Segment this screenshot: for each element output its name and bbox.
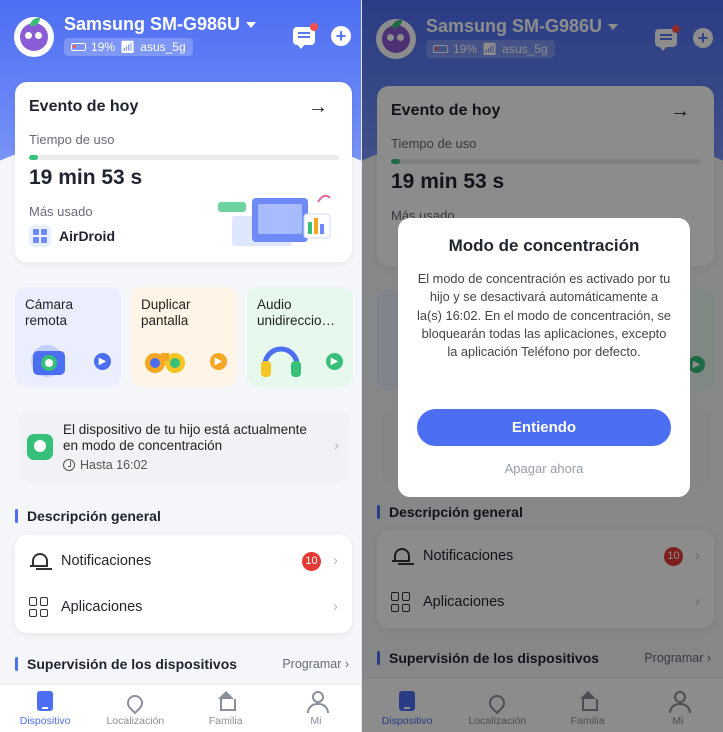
top-bar: Samsung SM-G986U 19% 📶︎ asus_5g + xyxy=(14,14,351,60)
apps-row[interactable]: Aplicaciones xyxy=(29,584,338,630)
overview-card: Notificaciones 10 › Aplicaciones › xyxy=(15,535,352,633)
bell-icon xyxy=(29,551,49,571)
focus-mode-icon xyxy=(27,434,53,460)
camera-icon xyxy=(31,345,65,377)
notifications-label: Notificaciones xyxy=(61,553,152,569)
tab-label: Mi xyxy=(310,715,322,727)
one-way-audio-tile[interactable]: Audio unidireccio… ▶ xyxy=(247,287,353,387)
tile-label: Duplicar pantalla xyxy=(141,297,191,328)
wifi-icon: 📶︎ xyxy=(120,40,136,54)
child-avatar[interactable] xyxy=(14,17,54,57)
clock-icon xyxy=(63,459,75,471)
chevron-right-icon: › xyxy=(334,437,339,454)
chevron-right-icon: › xyxy=(333,552,338,569)
unread-dot xyxy=(310,23,318,31)
home-icon xyxy=(216,691,236,711)
remote-camera-tile[interactable]: Cámara remota ▶ xyxy=(15,287,121,387)
chevron-right-icon: ▶ xyxy=(94,353,111,370)
overview-title: Descripción general xyxy=(15,508,161,524)
apps-grid-icon xyxy=(29,597,49,617)
schedule-link[interactable]: Programar › xyxy=(282,657,349,671)
phone-icon xyxy=(37,691,54,711)
tab-me[interactable]: Mi xyxy=(271,685,361,732)
tile-label: Audio unidireccio… xyxy=(257,297,336,328)
message-icon[interactable] xyxy=(293,23,318,49)
usage-progress-fill xyxy=(29,155,39,160)
caret-down-icon xyxy=(246,22,257,29)
headphones-icon xyxy=(261,346,301,377)
schedule-label: Programar xyxy=(282,657,342,671)
apps-label: Aplicaciones xyxy=(61,599,143,615)
usage-label: Tiempo de uso xyxy=(29,132,115,147)
dialog-title: Modo de concentración xyxy=(448,236,640,255)
tab-label: Familia xyxy=(208,715,243,727)
tile-label: Cámara remota xyxy=(25,297,74,328)
supervision-title: Supervisión de los dispositivos xyxy=(15,656,237,672)
device-name: Samsung SM-G986U xyxy=(64,14,241,34)
most-used-label: Más usado xyxy=(29,204,93,219)
usage-progress xyxy=(29,155,339,160)
screen-mirror-tile[interactable]: Duplicar pantalla ▶ xyxy=(131,287,237,387)
focus-banner-text: El dispositivo de tu hijo está actualmen… xyxy=(63,422,307,453)
arrow-right-icon[interactable]: → xyxy=(308,96,328,119)
chevron-right-icon: › xyxy=(333,598,338,615)
add-icon[interactable]: + xyxy=(331,26,351,46)
battery-level: 19% xyxy=(91,40,116,54)
top-actions: + xyxy=(293,23,351,49)
device-selector[interactable]: Samsung SM-G986U xyxy=(64,14,257,35)
chevron-right-icon: ▶ xyxy=(326,353,343,370)
airdroid-app-icon xyxy=(29,225,51,247)
screens-illustration xyxy=(218,194,331,246)
dialog-body: El modo de concentración es activado por… xyxy=(417,271,671,360)
notifications-badge: 10 xyxy=(302,552,321,571)
turn-off-now-button[interactable]: Apagar ahora xyxy=(398,461,690,476)
today-event-card[interactable]: Evento de hoy → Tiempo de uso 19 min 53 … xyxy=(15,82,352,262)
tab-label: Dispositivo xyxy=(19,715,71,727)
bottom-tab-bar: Dispositivo Localización Familia Mi xyxy=(0,684,361,732)
focus-until: Hasta 16:02 xyxy=(63,458,147,472)
notifications-row[interactable]: Notificaciones xyxy=(29,538,338,584)
usage-time: 19 min 53 s xyxy=(29,166,143,189)
most-used-app: AirDroid xyxy=(59,228,115,244)
wifi-name: asus_5g xyxy=(140,40,186,54)
binoculars-icon xyxy=(145,353,185,373)
location-pin-icon xyxy=(124,691,147,715)
home-screen: Samsung SM-G986U 19% 📶︎ asus_5g + Evento… xyxy=(0,0,361,732)
understand-button[interactable]: Entiendo xyxy=(417,409,671,446)
tab-location[interactable]: Localización xyxy=(90,685,180,732)
tab-device[interactable]: Dispositivo xyxy=(0,685,90,732)
focus-mode-banner[interactable]: El dispositivo de tu hijo está actualmen… xyxy=(19,410,349,483)
chevron-right-icon: ▶ xyxy=(210,353,227,370)
event-title: Evento de hoy xyxy=(29,98,139,115)
tab-family[interactable]: Familia xyxy=(181,685,271,732)
home-screen-with-modal: Samsung SM-G986U 19% 📶︎ asus_5g + Evento… xyxy=(362,0,723,732)
battery-icon xyxy=(71,43,86,51)
focus-mode-dialog: Modo de concentración El modo de concent… xyxy=(398,218,690,497)
device-status: 19% 📶︎ asus_5g xyxy=(64,38,193,56)
tab-label: Localización xyxy=(106,715,165,727)
user-icon xyxy=(306,691,329,713)
focus-until-text: Hasta 16:02 xyxy=(80,458,148,472)
